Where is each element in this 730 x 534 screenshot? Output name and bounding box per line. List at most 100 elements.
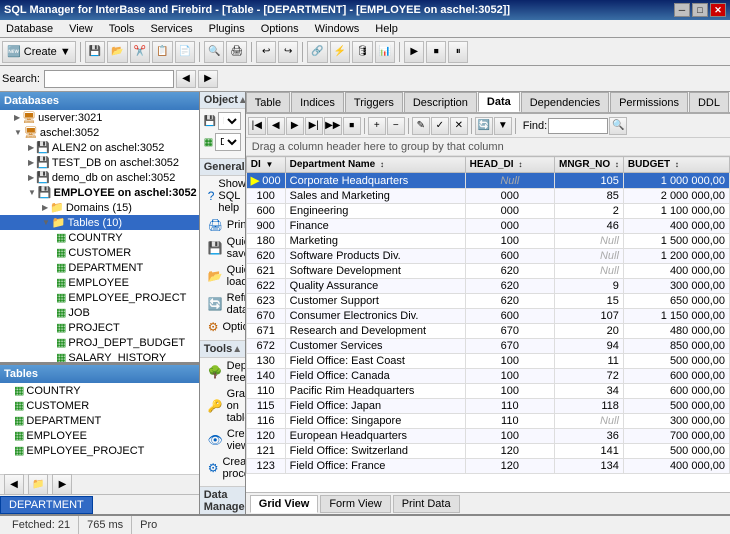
tab-dependencies[interactable]: Dependencies — [521, 92, 609, 112]
data-last-btn[interactable]: ▶| — [305, 117, 323, 135]
refresh-data-item[interactable]: 🔄 Refresh data — [200, 290, 245, 318]
tree-item-employee[interactable]: ▦ EMPLOYEE — [0, 275, 199, 290]
data-post-btn[interactable]: ✓ — [431, 117, 449, 135]
table-row[interactable]: 900Finance00046400 000,00 — [246, 219, 729, 234]
table-row[interactable]: 123Field Office: France120134400 000,00 — [246, 459, 729, 474]
table-list-item-country[interactable]: ▦ COUNTRY — [0, 383, 199, 398]
toolbar-btn-11[interactable]: ⚡ — [330, 41, 350, 63]
table-row[interactable]: 622Quality Assurance6209300 000,00 — [246, 279, 729, 294]
maximize-button[interactable]: □ — [692, 3, 708, 17]
tables-footer-btn1[interactable]: ◀ — [4, 474, 24, 496]
table-row[interactable]: 120European Headquarters10036700 000,00 — [246, 429, 729, 444]
create-button[interactable]: 🆕 Create ▼ — [2, 41, 76, 63]
toolbar-btn-8[interactable]: ↩ — [256, 41, 276, 63]
bottom-tab-grid[interactable]: Grid View — [250, 495, 319, 513]
table-row[interactable]: ▶ 000Corporate HeadquartersNull1051 000 … — [246, 173, 729, 189]
col-header-di[interactable]: DI ▼ — [246, 157, 285, 173]
active-table-tab[interactable]: DEPARTMENT — [0, 496, 93, 514]
menu-help[interactable]: Help — [371, 22, 402, 36]
table-list-item-emp-proj[interactable]: ▦ EMPLOYEE_PROJECT — [0, 443, 199, 458]
quick-save-item[interactable]: 💾 Quick save — [200, 234, 245, 262]
quick-load-item[interactable]: 📂 Quick load — [200, 262, 245, 290]
menu-options[interactable]: Options — [257, 22, 303, 36]
table-row[interactable]: 620Software Products Div.600Null1 200 00… — [246, 249, 729, 264]
search-next-btn[interactable]: ▶ — [198, 70, 218, 88]
tab-triggers[interactable]: Triggers — [345, 92, 403, 112]
data-grid[interactable]: DI ▼ Department Name ↕ HEAD_DI ↕ MNGR_NO… — [246, 156, 730, 492]
toolbar-btn-16[interactable]: ⏸ — [448, 41, 468, 63]
col-header-head-dept[interactable]: HEAD_DI ↕ — [465, 157, 554, 173]
table-row[interactable]: 110Pacific Rim Headquarters10034600 000,… — [246, 384, 729, 399]
table-row[interactable]: 672Customer Services67094850 000,00 — [246, 339, 729, 354]
col-header-mngr[interactable]: MNGR_NO ↕ — [555, 157, 624, 173]
toolbar-btn-14[interactable]: ▶ — [404, 41, 424, 63]
table-row[interactable]: 115Field Office: Japan110118500 000,00 — [246, 399, 729, 414]
print-item[interactable]: 🖨 Print — [200, 216, 245, 234]
table-row[interactable]: 130Field Office: East Coast10011500 000,… — [246, 354, 729, 369]
table-list-item-department[interactable]: ▦ DEPARTMENT — [0, 413, 199, 428]
options-item[interactable]: ⚙ Options — [200, 318, 245, 336]
table-row[interactable]: 600Engineering00021 100 000,00 — [246, 204, 729, 219]
tab-data[interactable]: Data — [478, 92, 520, 112]
toolbar-btn-3[interactable]: ✂️ — [130, 41, 150, 63]
data-play-btn[interactable]: ▶▶ — [324, 117, 342, 135]
tree-item-employee-db[interactable]: ▼ 💾 EMPLOYEE on aschel:3052 — [0, 185, 199, 200]
tab-table[interactable]: Table — [246, 92, 290, 112]
toolbar-btn-15[interactable]: ⏹ — [426, 41, 446, 63]
data-cancel-btn[interactable]: ✕ — [450, 117, 468, 135]
toolbar-btn-5[interactable]: 📄 — [175, 41, 195, 63]
table-row[interactable]: 100Sales and Marketing000852 000 000,00 — [246, 189, 729, 204]
close-button[interactable]: ✕ — [710, 3, 726, 17]
data-del-btn[interactable]: − — [387, 117, 405, 135]
tree-item-testdb[interactable]: ▶ 💾 TEST_DB on aschel:3052 — [0, 155, 199, 170]
dependency-tree-item[interactable]: 🌳 Dependency tree — [200, 358, 245, 386]
menu-windows[interactable]: Windows — [311, 22, 364, 36]
tree-item-aschel[interactable]: ▼ 🖥 aschel:3052 — [0, 125, 199, 140]
menu-services[interactable]: Services — [146, 22, 196, 36]
tree-item-project[interactable]: ▦ PROJECT — [0, 320, 199, 335]
toolbar-btn-6[interactable]: 🔍 — [204, 41, 224, 63]
toolbar-btn-4[interactable]: 📋 — [152, 41, 172, 63]
menu-plugins[interactable]: Plugins — [205, 22, 249, 36]
menu-database[interactable]: Database — [2, 22, 57, 36]
tree-item-salary[interactable]: ▦ SALARY_HISTORY — [0, 350, 199, 362]
data-edit-btn[interactable]: ✎ — [412, 117, 430, 135]
table-row[interactable]: 671Research and Development67020480 000,… — [246, 324, 729, 339]
department-select[interactable]: DEPARTMENT — [215, 133, 241, 151]
table-row[interactable]: 121Field Office: Switzerland120141500 00… — [246, 444, 729, 459]
minimize-button[interactable]: ─ — [674, 3, 690, 17]
employee-select[interactable]: EMPLOYEE on asche... — [218, 112, 241, 130]
data-prev-btn[interactable]: ◀ — [267, 117, 285, 135]
table-row[interactable]: 140Field Office: Canada10072600 000,00 — [246, 369, 729, 384]
tree-item-domains[interactable]: ▶ 📁 Domains (15) — [0, 200, 199, 215]
tree-item-customer[interactable]: ▦ CUSTOMER — [0, 245, 199, 260]
create-procedure-item[interactable]: ⚙ Create procedure — [200, 454, 245, 482]
col-header-budget[interactable]: BUDGET ↕ — [623, 157, 729, 173]
tree-item-demodb[interactable]: ▶ 💾 demo_db on aschel:3052 — [0, 170, 199, 185]
data-stop-btn[interactable]: ⏹ — [343, 117, 361, 135]
tree-item-department[interactable]: ▦ DEPARTMENT — [0, 260, 199, 275]
table-row[interactable]: 670Consumer Electronics Div.6001071 150 … — [246, 309, 729, 324]
tab-description[interactable]: Description — [404, 92, 477, 112]
grants-item[interactable]: 🔑 Grants on table — [200, 386, 245, 426]
table-list-item-customer[interactable]: ▦ CUSTOMER — [0, 398, 199, 413]
data-filter-btn[interactable]: ▼ — [494, 117, 512, 135]
toolbar-btn-13[interactable]: 📊 — [375, 41, 395, 63]
menu-view[interactable]: View — [65, 22, 97, 36]
search-input[interactable] — [44, 70, 174, 88]
show-sql-help-item[interactable]: ? Show SQL help — [200, 176, 245, 216]
tree-item-country[interactable]: ▦ COUNTRY — [0, 230, 199, 245]
col-header-dept-name[interactable]: Department Name ↕ — [285, 157, 465, 173]
collapse-icon[interactable]: ▲ — [238, 95, 246, 106]
tab-permissions[interactable]: Permissions — [610, 92, 688, 112]
tree-item-tables[interactable]: ▼ 📁 Tables (10) — [0, 215, 199, 230]
table-row[interactable]: 116Field Office: Singapore110Null300 000… — [246, 414, 729, 429]
bottom-tab-form[interactable]: Form View — [320, 495, 390, 513]
toolbar-btn-10[interactable]: 🔗 — [307, 41, 327, 63]
data-first-btn[interactable]: |◀ — [248, 117, 266, 135]
tab-ddl[interactable]: DDL — [689, 92, 729, 112]
menu-tools[interactable]: Tools — [105, 22, 139, 36]
bottom-tab-print[interactable]: Print Data — [393, 495, 460, 513]
tree-item-alen2[interactable]: ▶ 💾 ALEN2 on aschel:3052 — [0, 140, 199, 155]
tree-item-employee-project[interactable]: ▦ EMPLOYEE_PROJECT — [0, 290, 199, 305]
